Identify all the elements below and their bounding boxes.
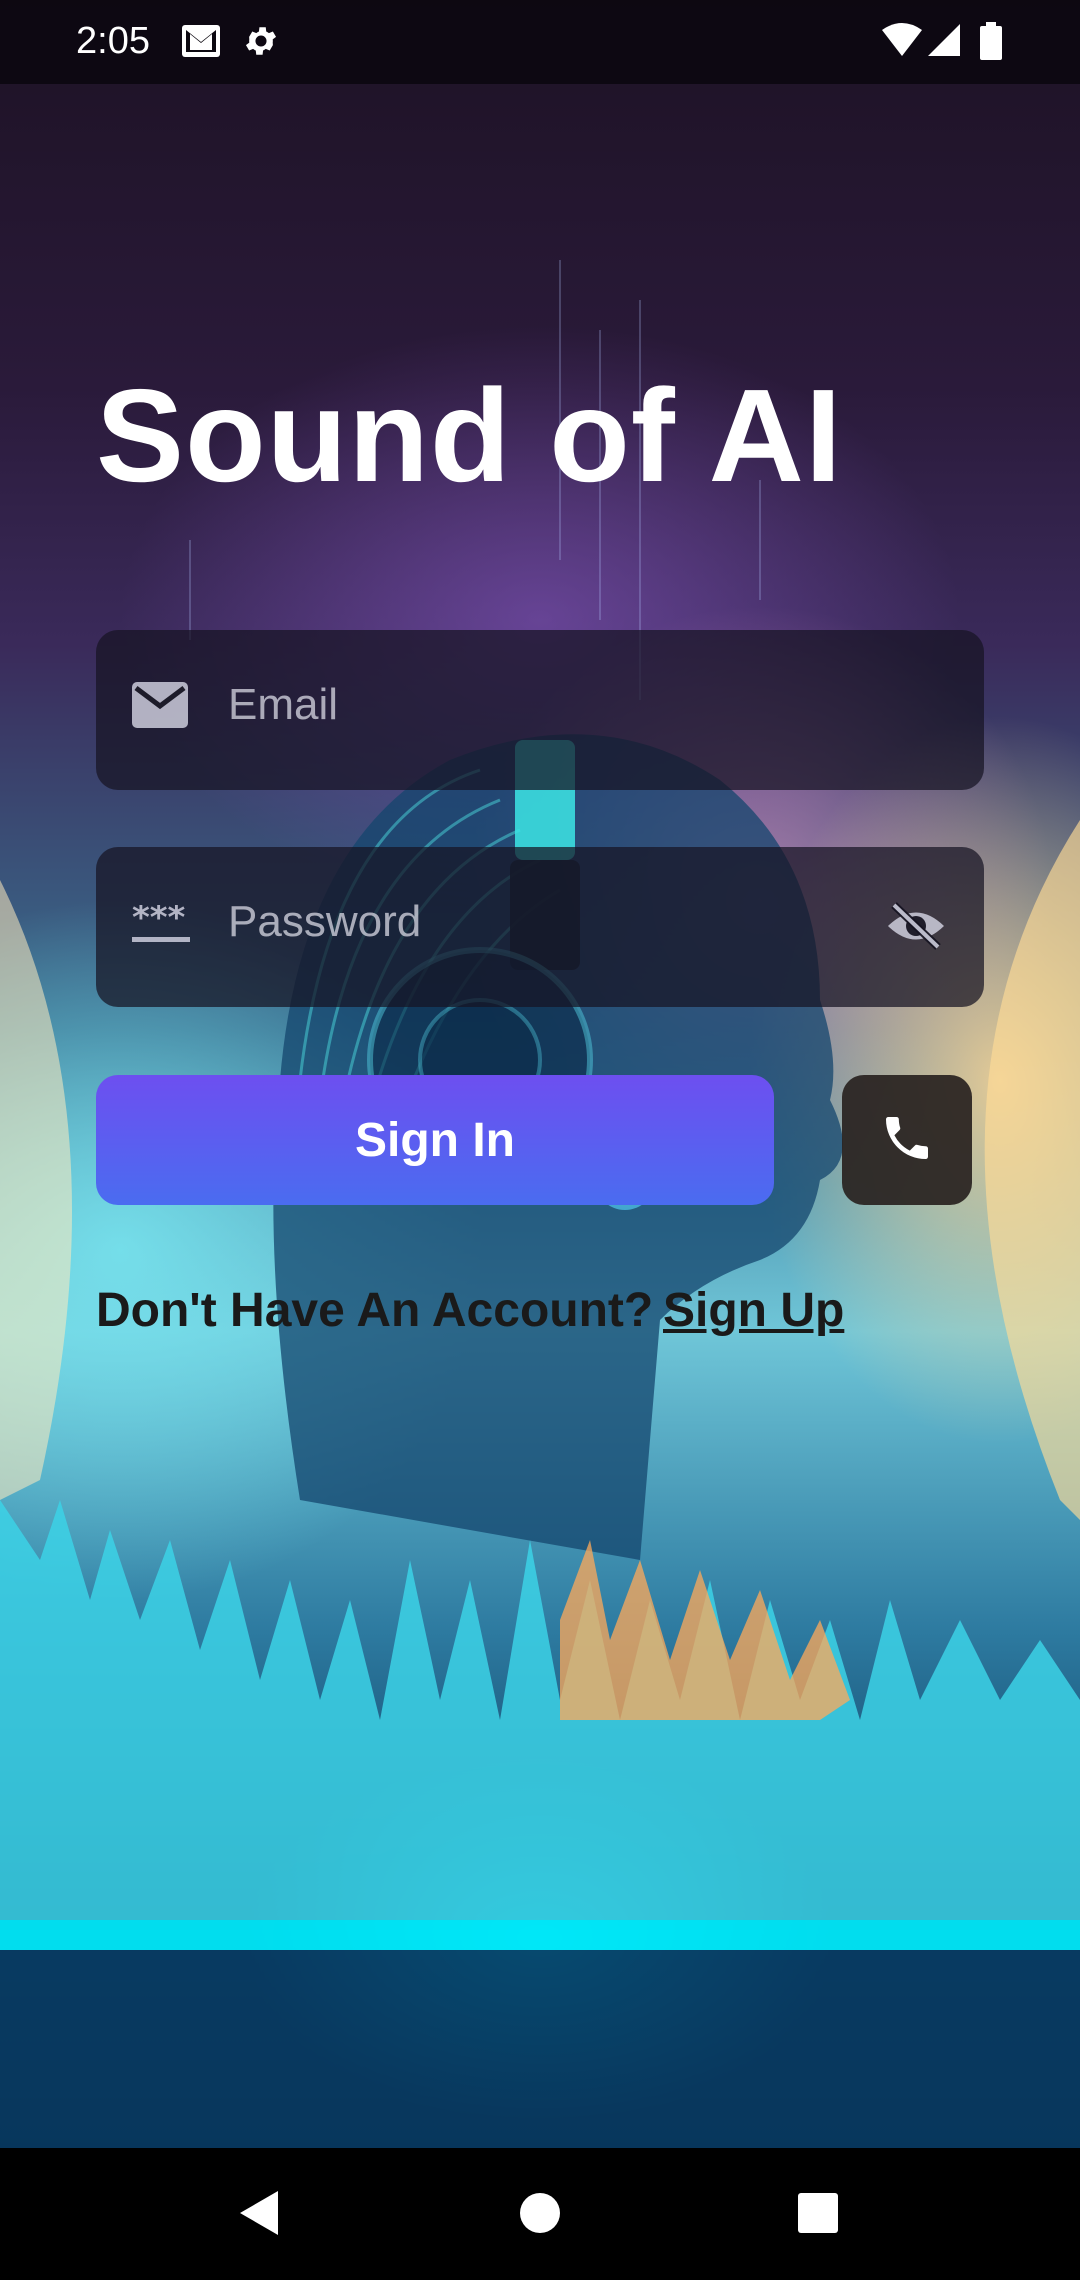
password-placeholder: Password bbox=[228, 897, 422, 946]
status-bar: 2:05 bbox=[0, 0, 1080, 84]
password-field[interactable]: *** Password bbox=[96, 847, 984, 1007]
svg-text:***: *** bbox=[132, 905, 186, 938]
navigation-bar bbox=[0, 2148, 1080, 2280]
visibility-off-icon[interactable] bbox=[884, 899, 948, 958]
sign-in-label: Sign In bbox=[355, 1113, 515, 1167]
recents-icon[interactable] bbox=[796, 2188, 840, 2243]
no-account-text: Don't Have An Account? bbox=[96, 1284, 654, 1337]
phone-icon bbox=[879, 1110, 935, 1171]
email-field[interactable]: Email bbox=[96, 630, 984, 790]
password-icon: *** bbox=[132, 898, 190, 950]
sign-up-link[interactable]: Sign Up bbox=[663, 1283, 844, 1338]
phone-login-button[interactable] bbox=[842, 1075, 972, 1205]
email-placeholder: Email bbox=[228, 680, 339, 729]
app-title: Sound of AI bbox=[96, 362, 843, 509]
wifi-icon bbox=[882, 22, 922, 63]
home-icon[interactable] bbox=[518, 2188, 562, 2243]
background-illustration bbox=[0, 260, 1080, 2148]
mail-icon bbox=[132, 682, 188, 733]
battery-icon bbox=[980, 22, 1002, 65]
settings-icon bbox=[242, 22, 280, 65]
signal-icon bbox=[928, 22, 962, 63]
back-icon[interactable] bbox=[236, 2188, 282, 2243]
gmail-icon bbox=[180, 22, 222, 65]
sign-in-button[interactable]: Sign In bbox=[96, 1075, 774, 1205]
login-screen: 2:05 Sound of AI Email *** Password Sign… bbox=[0, 0, 1080, 2148]
status-time: 2:05 bbox=[76, 20, 150, 62]
